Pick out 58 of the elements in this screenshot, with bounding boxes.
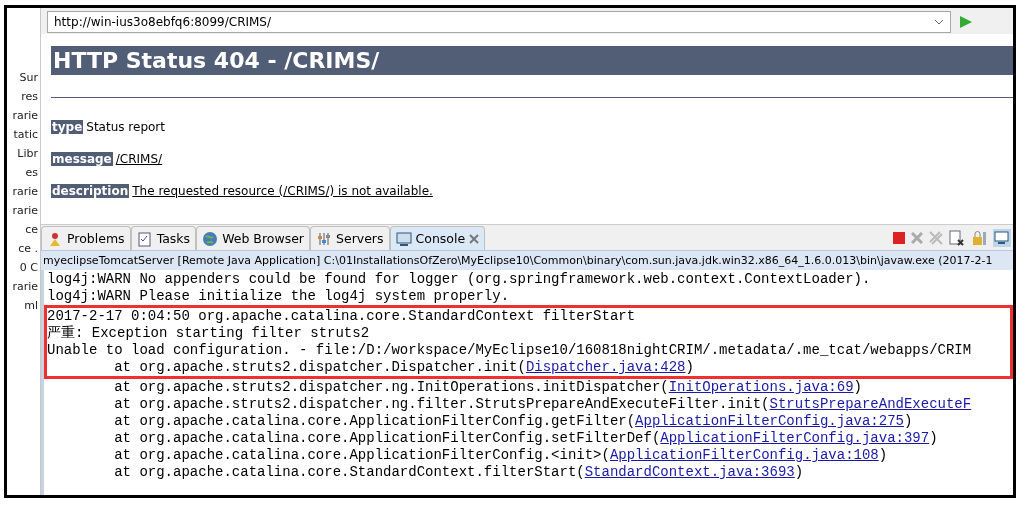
checklist-icon <box>136 230 153 247</box>
console-line: 严重: Exception starting filter struts2 <box>47 325 371 342</box>
lock-icon[interactable] <box>971 230 987 246</box>
stack-trace-link[interactable]: StrutsPrepareAndExecuteF <box>769 396 972 412</box>
console-line: at org.apache.struts2.dispatcher.ng.InitOperations.initDispatcher(InitOperations.java:69) <box>113 379 863 396</box>
sliders-icon <box>316 230 332 247</box>
page-title: HTTP Status 404 - /CRIMS/ <box>51 46 1013 75</box>
stack-trace-link[interactable]: ApplicationFilterConfig.java:108 <box>609 447 879 463</box>
url-field[interactable]: http://win-ius3o8ebfq6:8099/CRIMS/ <box>47 11 951 33</box>
field-link[interactable]: /CRIMS/ <box>115 152 163 166</box>
console-line: at org.apache.struts2.dispatcher.Dispatcher.init(Dispatcher.java:428) <box>113 359 695 376</box>
sidebar-item[interactable]: Libr <box>17 146 40 161</box>
sidebar-item[interactable]: ce . <box>18 241 40 256</box>
sidebar-item[interactable]: tatic <box>13 127 40 142</box>
stack-trace-link[interactable]: StandardContext.java:3693 <box>584 464 795 480</box>
view-tab[interactable]: Tasks <box>130 226 197 250</box>
console-line: Unable to load configuration. - file:/D:/workspace/MyEclipse10/160818nightCRIM/.metadata/.me_tcat/webapps/CRIM <box>47 342 973 359</box>
sidebar-item[interactable]: ce <box>25 222 40 237</box>
console-line: at org.apache.catalina.core.ApplicationFilterConfig.<init>(ApplicationFilterConfig.java:108) <box>113 447 889 464</box>
globe-icon <box>202 230 219 247</box>
monitor-icon[interactable] <box>993 229 1011 247</box>
stack-trace-link[interactable]: InitOperations.java:69 <box>668 379 854 395</box>
view-tab[interactable]: Console <box>389 226 486 250</box>
sidebar-item[interactable]: rarie <box>12 203 40 218</box>
console-line: at org.apache.catalina.core.ApplicationFilterConfig.setFilterDef(ApplicationFilterConfig.java:397) <box>113 430 939 447</box>
console-line: log4j:WARN No appenders could be found for logger (org.springframework.web.context.ContextLoader). <box>47 271 872 288</box>
field-value: Status report <box>86 120 165 134</box>
stack-trace-link[interactable]: Dispatcher.java:428 <box>525 359 686 375</box>
close-icon[interactable] <box>469 233 480 244</box>
console-line: at org.apache.catalina.core.StandardContext.filterStart(StandardContext.java:3693) <box>113 464 805 481</box>
view-tab[interactable]: Web Browser <box>196 226 310 250</box>
field-label: type <box>51 120 84 134</box>
view-tab[interactable]: Servers <box>310 226 390 250</box>
stack-trace-link[interactable]: ApplicationFilterConfig.java:397 <box>660 430 930 446</box>
stack-trace-link[interactable]: ApplicationFilterConfig.java:275 <box>635 413 904 429</box>
sidebar-item[interactable]: Sur <box>19 70 40 85</box>
console-line: at org.apache.struts2.dispatcher.ng.filter.StrutsPrepareAndExecuteFilter.init(StrutsPrepareAndExecuteF <box>113 396 973 413</box>
play-icon[interactable] <box>959 15 973 29</box>
field-link[interactable]: The requested resource (/CRIMS/) is not available. <box>132 184 433 198</box>
sidebar-item[interactable]: res <box>21 89 40 104</box>
view-tab[interactable]: Problems <box>41 226 131 250</box>
dropdown-icon[interactable] <box>934 19 944 25</box>
sidebar-item[interactable]: rarie <box>12 184 40 199</box>
sidebar-item[interactable]: ml <box>24 298 40 313</box>
monitor-icon <box>395 230 412 247</box>
sidebar-item[interactable]: es <box>25 165 40 180</box>
console-line: 2017-2-17 0:04:50 org.apache.catalina.core.StandardContext filterStart <box>47 308 637 325</box>
console-line: at org.apache.catalina.core.ApplicationFilterConfig.getFilter(ApplicationFilterConfig.java:275) <box>113 413 914 430</box>
field-label: message <box>51 152 113 166</box>
sidebar-item[interactable]: 0 C <box>19 260 40 275</box>
console-line: log4j:WARN Please initialize the log4j system properly. <box>47 288 511 305</box>
sidebar-item[interactable]: rarie <box>12 279 40 294</box>
clear-console-icon[interactable] <box>949 230 965 246</box>
remove-icon[interactable] <box>911 232 923 244</box>
process-label: myeclipseTomcatServer [Remote Java Application] C:\01InstallationsOfZero\MyEclipse10\Common\binary\com.sun.java.jdk.win32.x86_64_1.6.0.013\bin\javaw.exe (2017-2-1 <box>43 254 993 267</box>
remove-all-icon[interactable] <box>929 231 943 245</box>
field-label: description <box>51 184 130 198</box>
sidebar-item[interactable]: rarie <box>12 108 40 123</box>
